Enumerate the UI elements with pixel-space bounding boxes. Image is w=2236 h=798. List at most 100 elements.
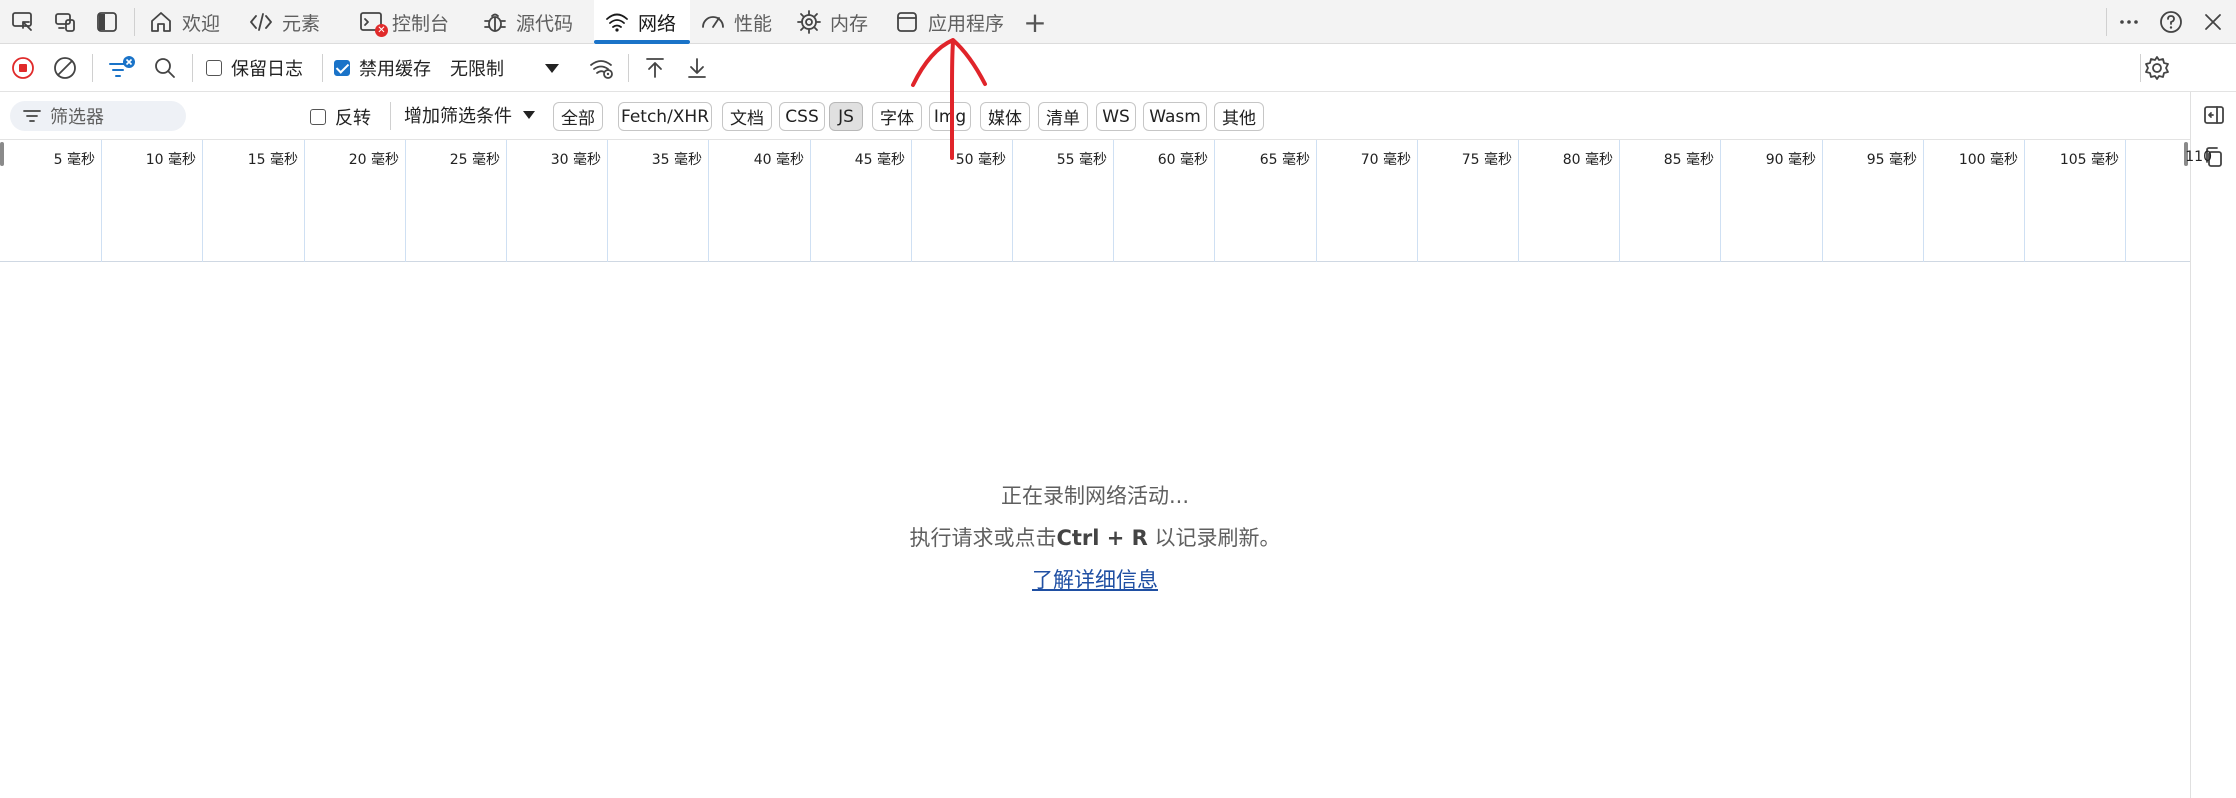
filter-input[interactable]: 筛选器 [10, 101, 186, 131]
timeline-tick-label: 65 毫秒 [1259, 152, 1310, 168]
bug-icon [480, 7, 510, 37]
network-conditions-icon[interactable] [586, 53, 618, 83]
tab-performance[interactable]: 性能 [698, 0, 778, 44]
filter-bar: 筛选器 反转 增加筛选条件 全部 Fetch/XHR 文档 CSS JS 字体 … [0, 92, 2190, 140]
filter-placeholder: 筛选器 [50, 107, 104, 128]
timeline-tick-label: 85 毫秒 [1663, 152, 1714, 168]
tab-label: 欢迎 [182, 12, 221, 35]
more-filters-dropdown[interactable]: 增加筛选条件 [404, 100, 536, 130]
timeline-tick-label: 110 [2185, 149, 2212, 165]
code-icon [246, 7, 276, 37]
tab-label: 性能 [734, 12, 773, 35]
tab-application[interactable]: 应用程序 [892, 0, 1008, 44]
timeline-tick-label: 50 毫秒 [955, 152, 1006, 168]
search-icon[interactable] [150, 53, 180, 83]
type-filter-manifest[interactable]: 清单 [1038, 102, 1088, 131]
devtools-tab-bar: 欢迎 元素 ✕ 控制台 源代码 网络 性能 内存 应用程序 + [0, 0, 2236, 44]
timeline-tick-label: 5 毫秒 [53, 152, 95, 168]
type-filter-font[interactable]: 字体 [872, 102, 922, 131]
error-badge: ✕ [375, 24, 388, 37]
help-icon[interactable] [2156, 7, 2186, 37]
divider [2106, 8, 2107, 36]
close-icon[interactable] [2198, 7, 2228, 37]
tab-console[interactable]: ✕ 控制台 [356, 0, 452, 44]
type-filter-ws[interactable]: WS [1096, 102, 1136, 131]
divider [192, 54, 193, 82]
tab-memory[interactable]: 内存 [794, 0, 874, 44]
checkbox[interactable] [334, 60, 350, 76]
disable-cache-label: 禁用缓存 [359, 59, 431, 80]
instruction-prefix: 执行请求或点击 [909, 526, 1057, 550]
invert-checkbox[interactable]: 反转 [310, 102, 371, 132]
tab-elements[interactable]: 元素 [246, 0, 326, 44]
type-filter-wasm[interactable]: Wasm [1143, 102, 1207, 131]
dropdown-arrow-icon [523, 111, 535, 119]
type-filter-fetch-xhr[interactable]: Fetch/XHR [618, 102, 712, 131]
dock-panel-icon[interactable] [2199, 100, 2229, 130]
tab-label: 控制台 [392, 12, 450, 35]
timeline-tick-label: 60 毫秒 [1157, 152, 1208, 168]
recording-message: 正在录制网络活动... [1000, 484, 1190, 508]
right-side-panel-strip [2190, 92, 2236, 798]
throttle-value: 无限制 [450, 59, 504, 80]
dropdown-arrow-icon [545, 64, 559, 73]
type-filter-all[interactable]: 全部 [553, 102, 603, 131]
timeline-tick-label: 30 毫秒 [550, 152, 601, 168]
divider [390, 102, 391, 130]
checkbox[interactable] [310, 109, 326, 125]
filter-toggle-icon[interactable] [106, 53, 138, 83]
settings-gear-icon[interactable] [2142, 53, 2172, 83]
divider [2140, 54, 2141, 82]
filter-icon [23, 110, 41, 122]
shortcut-text: Ctrl + R [1056, 526, 1148, 550]
tab-network[interactable]: 网络 [594, 0, 690, 44]
preserve-log-checkbox[interactable]: 保留日志 [206, 53, 316, 83]
tab-sources[interactable]: 源代码 [480, 0, 576, 44]
timeline-tick-label: 35 毫秒 [651, 152, 702, 168]
preserve-log-label: 保留日志 [231, 59, 303, 80]
record-button[interactable] [8, 53, 38, 83]
type-filter-css[interactable]: CSS [779, 102, 825, 131]
timeline-tick-label: 40 毫秒 [753, 152, 804, 168]
tab-label: 应用程序 [928, 12, 1005, 35]
throttle-select[interactable]: 无限制 [450, 53, 560, 83]
import-har-icon[interactable] [640, 53, 670, 83]
type-filter-img[interactable]: Img [929, 102, 971, 131]
inspect-element-icon[interactable] [8, 7, 38, 37]
type-filter-doc[interactable]: 文档 [722, 102, 772, 131]
timeline-tick-label: 80 毫秒 [1562, 152, 1613, 168]
dock-side-icon[interactable] [92, 7, 122, 37]
device-emulation-icon[interactable] [50, 7, 80, 37]
timeline-tick-label: 20 毫秒 [348, 152, 399, 168]
type-filter-js[interactable]: JS [829, 102, 863, 131]
tab-label: 源代码 [516, 12, 574, 35]
timeline-tick-label: 95 毫秒 [1866, 152, 1917, 168]
more-options-icon[interactable] [2114, 7, 2144, 37]
timeline-tick-label: 10 毫秒 [145, 152, 196, 168]
divider [628, 54, 629, 82]
more-filters-label: 增加筛选条件 [404, 106, 512, 127]
timeline-tick-label: 25 毫秒 [449, 152, 500, 168]
disable-cache-checkbox[interactable]: 禁用缓存 [334, 53, 444, 83]
learn-more-row: 了解详细信息 [0, 564, 2190, 594]
checkbox[interactable] [206, 60, 222, 76]
wifi-icon [602, 7, 632, 37]
timeline-gridline [1214, 140, 1215, 262]
chip-icon [794, 7, 824, 37]
timeline-tick-label: 45 毫秒 [854, 152, 905, 168]
divider [322, 54, 323, 82]
gauge-icon [698, 7, 728, 37]
tab-welcome[interactable]: 欢迎 [146, 0, 226, 44]
clear-icon[interactable] [50, 53, 80, 83]
export-har-icon[interactable] [682, 53, 712, 83]
type-filter-media[interactable]: 媒体 [980, 102, 1030, 131]
timeline-gridline [2125, 140, 2126, 262]
tab-label: 元素 [282, 12, 321, 35]
timeline-tick-label: 90 毫秒 [1765, 152, 1816, 168]
timeline-overview[interactable]: 5 毫秒 10 毫秒 15 毫秒 20 毫秒 25 毫秒 30 毫秒 35 毫秒 40 毫秒 4… [0, 140, 2212, 262]
type-filter-other[interactable]: 其他 [1214, 102, 1264, 131]
instruction-suffix: 以记录刷新。 [1147, 526, 1281, 550]
learn-more-link[interactable]: 了解详细信息 [1032, 568, 1158, 592]
add-tab-button[interactable]: + [1020, 6, 1050, 39]
instruction-message: 执行请求或点击Ctrl + R 以记录刷新。 [0, 522, 2190, 552]
